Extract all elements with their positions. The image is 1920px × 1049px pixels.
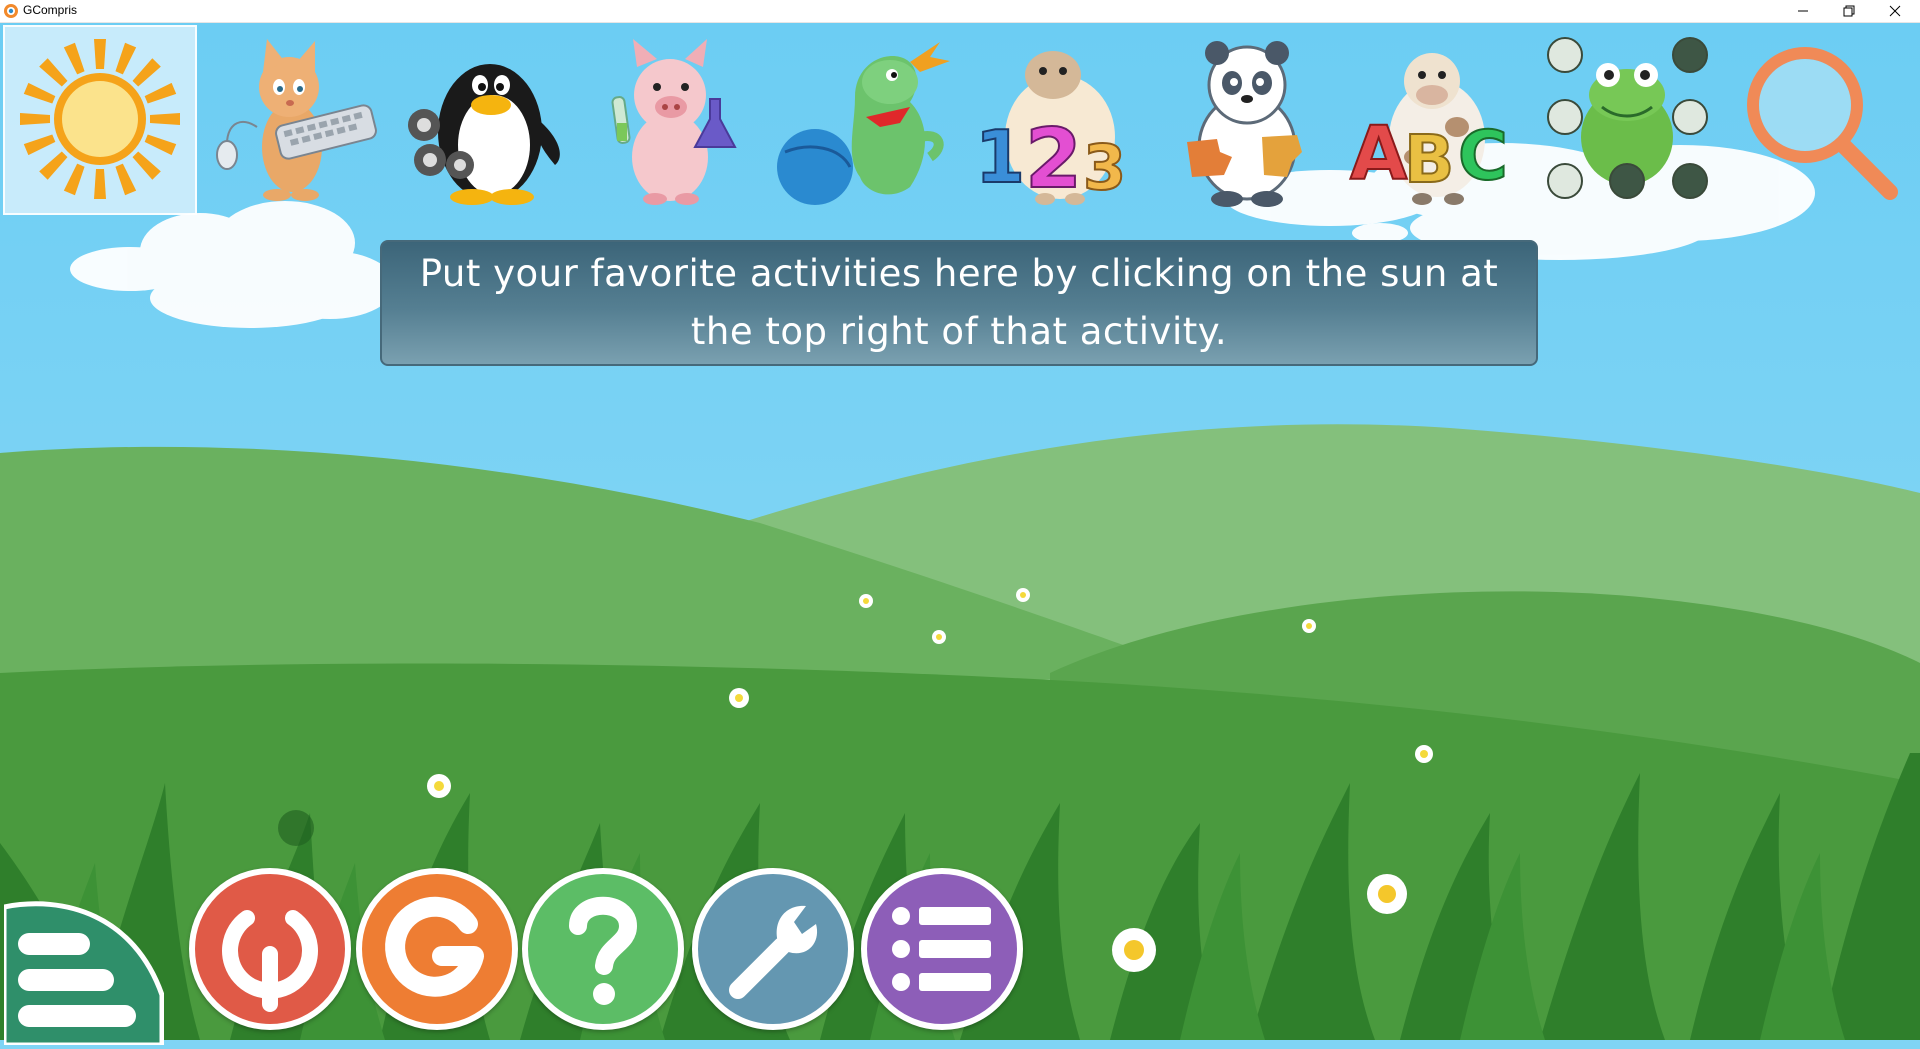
frog-board-icon (1547, 37, 1708, 199)
window-title: GCompris (23, 3, 78, 17)
activity-strategy[interactable] (1532, 27, 1722, 213)
activity-puzzle[interactable] (1152, 27, 1342, 213)
sheep-numbers-icon: 1 2 3 (974, 51, 1127, 208)
gcompris-app-icon (4, 4, 18, 18)
minimize-icon (1798, 10, 1808, 12)
activity-computer[interactable] (197, 27, 387, 213)
activity-search[interactable] (1725, 27, 1915, 213)
activity-reading[interactable]: A B C (1342, 27, 1532, 213)
bottom-bar-toggle[interactable] (1, 895, 165, 1048)
svg-text:3: 3 (1083, 131, 1126, 204)
config-button[interactable] (692, 868, 854, 1030)
close-button[interactable] (1872, 0, 1918, 22)
activity-sciences[interactable] (575, 27, 765, 213)
cat-keyboard-icon (216, 39, 377, 201)
activity-category-bar: 1 2 3 A B C (0, 23, 1920, 223)
cow-abc-icon: A B C (1349, 53, 1509, 205)
question-icon (569, 896, 638, 1005)
restore-icon (1843, 5, 1855, 17)
restore-button[interactable] (1826, 0, 1872, 22)
magnifier-icon (1747, 47, 1898, 200)
svg-text:B: B (1404, 121, 1454, 198)
activity-favorites[interactable] (5, 27, 195, 213)
activity-list-button[interactable] (861, 868, 1023, 1030)
wrench-icon (729, 905, 818, 999)
favorites-info-message: Put your favorite activities here by cli… (380, 240, 1538, 366)
svg-text:2: 2 (1025, 112, 1082, 207)
dragon-ball-icon (777, 42, 950, 205)
menu-toggle-icon (1, 901, 165, 1048)
minimize-button[interactable] (1780, 0, 1826, 22)
panda-puzzle-icon (1187, 41, 1302, 207)
svg-text:1: 1 (975, 115, 1025, 199)
activity-math[interactable]: 1 2 3 (965, 27, 1155, 213)
power-icon (222, 910, 318, 1012)
exit-button[interactable] (189, 868, 351, 1030)
g-logo-icon (385, 896, 484, 997)
pig-scientist-icon (611, 39, 737, 205)
activity-discovery[interactable] (390, 27, 580, 213)
activity-fun[interactable] (770, 27, 960, 213)
sun-icon (20, 39, 180, 199)
svg-text:C: C (1458, 117, 1508, 196)
list-icon (892, 907, 991, 991)
penguin-gears-icon (408, 64, 560, 205)
close-icon (1889, 5, 1901, 17)
svg-text:A: A (1350, 111, 1407, 197)
title-bar: GCompris (0, 0, 1920, 23)
main-scene: 1 2 3 A B C Put your favorite activities… (0, 23, 1920, 1048)
help-button[interactable] (522, 868, 684, 1030)
about-button[interactable] (356, 868, 518, 1030)
